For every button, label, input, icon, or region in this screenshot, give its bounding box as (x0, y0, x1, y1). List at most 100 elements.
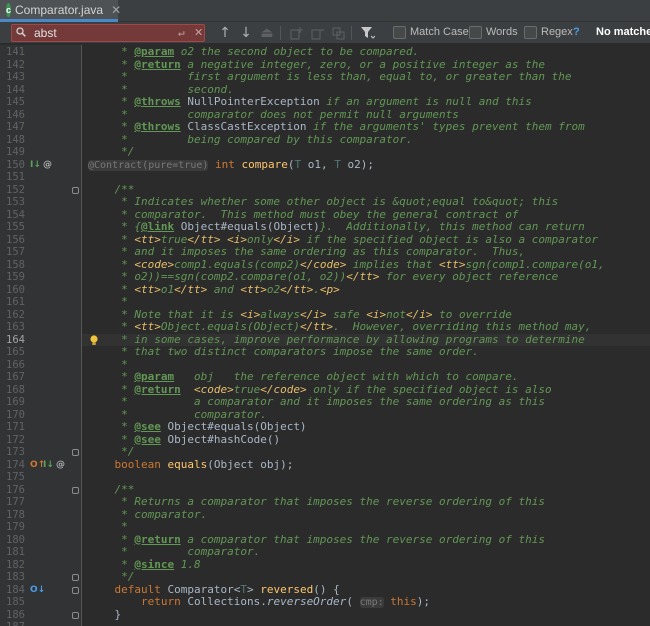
line-number[interactable]: 142 (0, 59, 25, 72)
line-number[interactable]: 163 (0, 321, 25, 334)
tab-comparator-java[interactable]: c Comparator.java ✕ (0, 0, 121, 22)
line-number[interactable]: 181 (0, 546, 25, 559)
close-icon[interactable]: ✕ (111, 3, 121, 17)
implemented-down-icon[interactable]: I↓ (30, 159, 41, 172)
overridden-circle-icon[interactable]: O↓ (30, 584, 45, 597)
line-number[interactable]: 160 (0, 284, 25, 297)
line-number[interactable]: 166 (0, 359, 25, 372)
code-token: cmp: (359, 597, 384, 608)
select-all-occurrences-icon[interactable] (330, 25, 346, 41)
code-token: @throws (134, 95, 181, 108)
line-number[interactable]: 152 (0, 184, 25, 197)
code-line[interactable]: 174 boolean equals(Object obj); (0, 457, 650, 472)
words-checkbox[interactable] (469, 26, 482, 39)
line-number[interactable]: 144 (0, 84, 25, 97)
code-token: T (240, 582, 247, 596)
find-all-icon[interactable]: ⏏ (259, 25, 275, 41)
fold-marker-icon[interactable] (72, 586, 79, 594)
implemented-down-icon[interactable]: I↓ (43, 459, 54, 472)
fold-marker-icon[interactable] (72, 574, 79, 581)
code-token: @return (134, 532, 181, 546)
fold-marker-icon[interactable] (72, 486, 79, 494)
line-number[interactable]: 165 (0, 346, 25, 359)
fold-marker-icon[interactable] (72, 611, 79, 619)
line-number[interactable]: 177 (0, 496, 25, 509)
match-case-checkbox[interactable] (393, 26, 406, 39)
regex-checkbox[interactable] (524, 26, 537, 39)
line-number[interactable]: 180 (0, 534, 25, 547)
add-occurrence-icon[interactable] (288, 25, 304, 41)
search-input[interactable] (34, 26, 164, 40)
code-text[interactable]: return Collections.reverseOrder( cmp: th… (88, 595, 430, 610)
line-number[interactable]: 183 (0, 571, 25, 584)
next-occurrence-icon[interactable]: ↓ (238, 25, 254, 41)
code-token: (Object obj); (207, 457, 294, 471)
line-number[interactable]: 143 (0, 71, 25, 84)
line-number[interactable]: 151 (0, 171, 25, 184)
line-number[interactable]: 148 (0, 134, 25, 147)
line-number[interactable]: 176 (0, 484, 25, 497)
line-number[interactable]: 168 (0, 384, 25, 397)
line-number[interactable]: 141 (0, 46, 25, 59)
code-text[interactable]: } (88, 608, 121, 622)
search-field[interactable]: ↵ ✕ (11, 24, 205, 42)
line-number[interactable]: 147 (0, 121, 25, 134)
line-number[interactable]: 161 (0, 296, 25, 309)
fold-marker-icon[interactable] (72, 186, 79, 194)
code-editor[interactable]: 141 * @param o2 the second object to be … (0, 45, 650, 626)
line-number[interactable]: 159 (0, 271, 25, 284)
code-line[interactable]: 187 (0, 621, 650, 626)
line-number[interactable]: 164 (0, 334, 25, 347)
override-at-icon[interactable]: @ (56, 459, 65, 472)
previous-occurrence-icon[interactable]: ↑ (217, 25, 233, 41)
line-number[interactable]: 154 (0, 209, 25, 222)
line-number[interactable]: 179 (0, 521, 25, 534)
remove-occurrence-icon[interactable] (309, 25, 325, 41)
line-number[interactable]: 186 (0, 609, 25, 622)
match-case-label[interactable]: Match Case (410, 26, 469, 38)
line-number[interactable]: 158 (0, 259, 25, 272)
line-number[interactable]: 174 (0, 459, 25, 472)
clear-search-icon[interactable]: ✕ (194, 26, 203, 39)
search-icon[interactable] (16, 27, 26, 37)
code-text[interactable]: boolean equals(Object obj); (88, 457, 294, 472)
line-number[interactable]: 178 (0, 509, 25, 522)
line-number[interactable]: 157 (0, 246, 25, 259)
filter-icon[interactable] (359, 25, 375, 41)
words-label[interactable]: Words (486, 26, 518, 38)
regex-help-icon[interactable]: ? (573, 26, 580, 38)
line-number[interactable]: 146 (0, 109, 25, 122)
line-number[interactable]: 187 (0, 621, 25, 626)
code-line[interactable]: 186 } (0, 608, 650, 622)
line-number[interactable]: 171 (0, 421, 25, 434)
line-number[interactable]: 172 (0, 434, 25, 447)
code-token: }. Additionally, this method can return (319, 220, 585, 233)
line-number[interactable]: 155 (0, 221, 25, 234)
line-number[interactable]: 156 (0, 234, 25, 247)
line-number[interactable]: 184 (0, 584, 25, 597)
line-number[interactable]: 149 (0, 146, 25, 159)
line-number[interactable]: 145 (0, 96, 25, 109)
line-number[interactable]: 167 (0, 371, 25, 384)
line-number[interactable]: 185 (0, 596, 25, 609)
code-text[interactable]: * being compared by this comparator. (88, 133, 412, 147)
line-number[interactable]: 150 (0, 159, 25, 172)
line-number[interactable]: 162 (0, 309, 25, 322)
regex-label[interactable]: Regex (541, 26, 573, 38)
code-text[interactable]: */ (88, 145, 134, 159)
code-text[interactable]: @Contract(pure=true) int compare(T o1, T… (88, 158, 374, 173)
code-text[interactable]: * that two distinct comparators impose t… (88, 345, 479, 359)
fold-marker-icon[interactable] (72, 449, 79, 456)
line-number[interactable]: 170 (0, 409, 25, 422)
line-number[interactable]: 182 (0, 559, 25, 572)
intention-bulb-icon[interactable] (89, 334, 99, 346)
line-number[interactable]: 153 (0, 196, 25, 209)
code-line[interactable]: 150 @Contract(pure=true) int compare(T o1… (0, 158, 650, 173)
line-number[interactable]: 175 (0, 471, 25, 484)
code-token: @see (134, 432, 161, 446)
line-number[interactable]: 173 (0, 446, 25, 459)
code-token: for every object reference (379, 270, 559, 283)
line-number[interactable]: 169 (0, 396, 25, 409)
override-at-icon[interactable]: @ (43, 159, 52, 172)
code-token: boolean (88, 457, 168, 471)
